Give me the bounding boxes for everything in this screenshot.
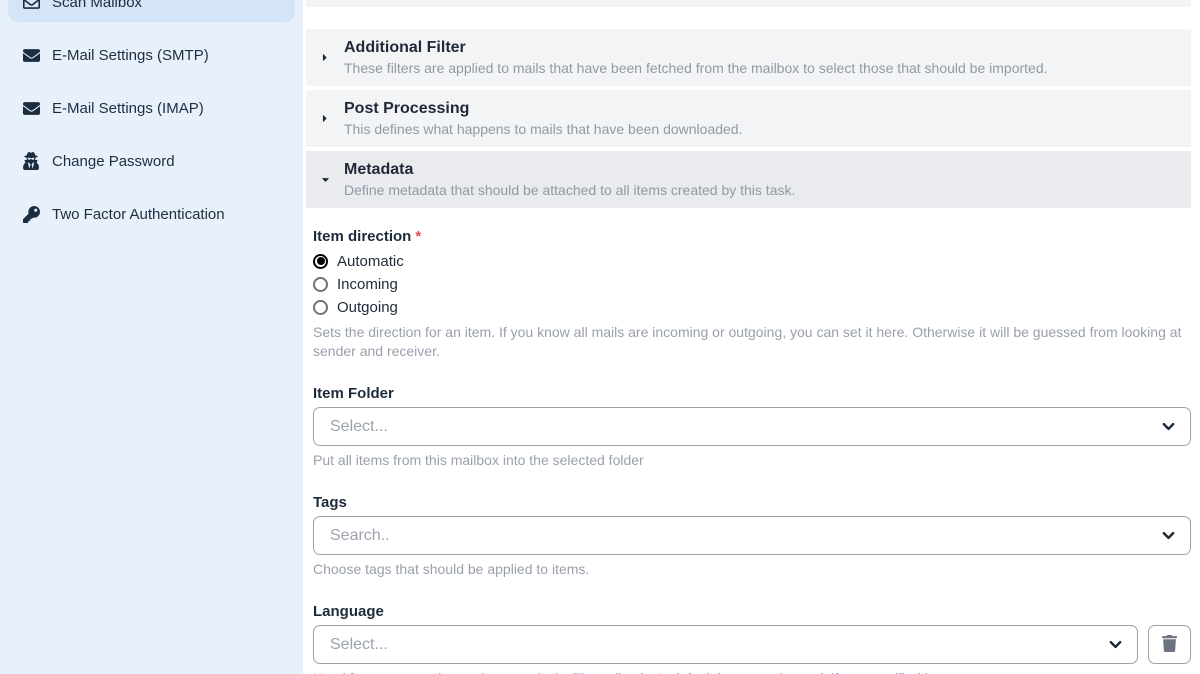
sidebar-item-label: E-Mail Settings (IMAP)	[52, 100, 204, 117]
item-direction-label: Item direction*	[313, 228, 1191, 245]
clear-language-button[interactable]	[1148, 625, 1191, 664]
radio-incoming[interactable]	[313, 277, 328, 292]
radio-automatic[interactable]	[313, 254, 328, 269]
sidebar-item-email-settings-imap[interactable]: E-Mail Settings (IMAP)	[8, 88, 295, 128]
section-title: Additional Filter	[344, 37, 1048, 59]
section-title: Metadata	[344, 159, 795, 181]
language-field: Language Used for text extraction a	[313, 603, 1191, 674]
radio-option-incoming[interactable]: Incoming	[313, 273, 1191, 295]
item-folder-help: Put all items from this mailbox into the…	[313, 451, 1191, 470]
sidebar-nav: Scan Mailbox E-Mail Settings (SMTP) E-Ma…	[0, 0, 303, 234]
section-description: This defines what happens to mails that …	[344, 120, 743, 139]
item-direction-field: Item direction* Automatic Incoming Outgo…	[313, 228, 1191, 361]
radio-outgoing[interactable]	[313, 300, 328, 315]
envelope-outline-icon	[22, 0, 40, 11]
item-folder-input[interactable]	[330, 418, 1161, 436]
trash-icon	[1162, 635, 1177, 655]
metadata-form: Item direction* Automatic Incoming Outgo…	[306, 212, 1191, 674]
sidebar-item-email-settings-smtp[interactable]: E-Mail Settings (SMTP)	[8, 35, 295, 75]
radio-option-outgoing[interactable]: Outgoing	[313, 296, 1191, 318]
chevron-down-icon[interactable]	[1161, 419, 1176, 434]
sidebar-item-change-password[interactable]: Change Password	[8, 141, 295, 181]
sidebar-item-label: Two Factor Authentication	[52, 206, 225, 223]
item-folder-select[interactable]	[313, 407, 1191, 446]
section-header-additional-filter[interactable]: Additional Filter These filters are appl…	[306, 29, 1191, 86]
section-header-metadata[interactable]: Metadata Define metadata that should be …	[306, 151, 1191, 208]
key-icon	[22, 206, 40, 223]
section-mailbox-settings-partial: These settings define which mails are fe…	[306, 0, 1191, 25]
item-folder-label: Item Folder	[313, 385, 1191, 402]
section-title: Post Processing	[344, 98, 743, 120]
envelope-icon	[22, 47, 40, 64]
tags-label: Tags	[313, 494, 1191, 511]
sidebar-item-label: E-Mail Settings (SMTP)	[52, 47, 209, 64]
sidebar-item-scan-mailbox[interactable]: Scan Mailbox	[8, 0, 295, 22]
sidebar-item-label: Change Password	[52, 153, 175, 170]
caret-right-icon	[316, 98, 334, 139]
sidebar-item-label: Scan Mailbox	[52, 0, 142, 11]
user-secret-icon	[22, 152, 40, 170]
sidebar-item-two-factor-auth[interactable]: Two Factor Authentication	[8, 194, 295, 234]
envelope-icon	[22, 100, 40, 117]
section-header-mailbox-settings[interactable]: These settings define which mails are fe…	[306, 0, 1191, 7]
scan-mailbox-form: These settings define which mails are fe…	[303, 0, 1200, 674]
tags-help: Choose tags that should be applied to it…	[313, 560, 1191, 579]
tags-select[interactable]	[313, 516, 1191, 555]
caret-right-icon	[316, 37, 334, 78]
section-description: These filters are applied to mails that …	[344, 59, 1048, 78]
section-description: Define metadata that should be attached …	[344, 181, 795, 200]
item-folder-field: Item Folder Put all items from this mail…	[313, 385, 1191, 470]
tags-field: Tags Choose tags that should be applied …	[313, 494, 1191, 579]
item-direction-help: Sets the direction for an item. If you k…	[313, 323, 1191, 361]
required-asterisk: *	[415, 228, 421, 245]
chevron-down-icon[interactable]	[1108, 637, 1123, 652]
caret-down-icon	[316, 159, 334, 200]
tags-input[interactable]	[330, 527, 1161, 545]
settings-sidebar: Scan Mailbox E-Mail Settings (SMTP) E-Ma…	[0, 0, 303, 674]
radio-option-automatic[interactable]: Automatic	[313, 250, 1191, 272]
language-label: Language	[313, 603, 1191, 620]
language-help: Used for text extraction and text analys…	[313, 669, 1191, 674]
chevron-down-icon[interactable]	[1161, 528, 1176, 543]
settings-page: Scan Mailbox E-Mail Settings (SMTP) E-Ma…	[0, 0, 1200, 674]
language-input[interactable]	[330, 636, 1108, 654]
language-select[interactable]	[313, 625, 1138, 664]
section-header-post-processing[interactable]: Post Processing This defines what happen…	[306, 90, 1191, 147]
